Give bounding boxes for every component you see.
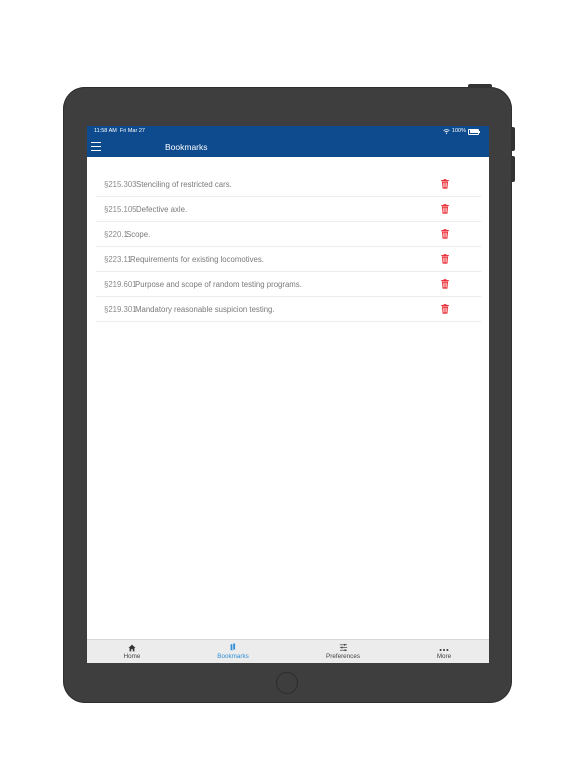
tab-preferences[interactable]: Preferences (313, 640, 373, 663)
tab-home[interactable]: Home (102, 640, 162, 663)
sliders-icon (339, 640, 348, 652)
bookmark-title: Mandatory reasonable suspicion testing. (135, 304, 275, 314)
bookmark-section-code: §223.11 (104, 254, 132, 264)
status-right: 100% (443, 126, 480, 137)
status-time-date: 11:58 AM Fri Mar 27 (94, 128, 145, 134)
trash-icon[interactable] (440, 179, 450, 189)
bookmark-title: Defective axle. (136, 204, 188, 214)
power-button (468, 84, 492, 88)
bookmark-section-code: §215.303 (104, 179, 137, 189)
bookmark-section-code: §219.601 (104, 279, 137, 289)
navigation-bar: Bookmarks (87, 137, 489, 157)
bookmark-row[interactable]: §220.1 Scope. (96, 222, 481, 247)
trash-icon[interactable] (440, 254, 450, 264)
hamburger-menu-icon[interactable] (91, 142, 101, 151)
home-hardware-button (276, 672, 298, 694)
bookmark-title: Stenciling of restricted cars. (136, 179, 232, 189)
bookmark-row[interactable]: §215.303 Stenciling of restricted cars. (96, 172, 481, 197)
trash-icon[interactable] (440, 229, 450, 239)
bookmark-list: §215.303 Stenciling of restricted cars. §2… (96, 172, 481, 322)
bookmark-section-code: §215.105 (104, 204, 137, 214)
battery-icon (468, 128, 480, 135)
tab-label: Home (123, 653, 141, 660)
volume-up-button (511, 127, 515, 151)
bookmarks-icon (229, 640, 237, 652)
battery-percent: 100% (451, 128, 466, 134)
bookmark-section-code: §220.1 (104, 229, 128, 239)
wifi-icon (443, 129, 450, 134)
more-icon (439, 640, 449, 652)
page-title: Bookmarks (165, 142, 208, 152)
bookmark-title: Requirements for existing locomotives. (130, 254, 264, 264)
tab-label: More (436, 653, 452, 660)
bookmark-row[interactable]: §219.301 Mandatory reasonable suspicion t… (96, 297, 481, 322)
volume-down-button (511, 156, 515, 182)
trash-icon[interactable] (440, 204, 450, 214)
trash-icon[interactable] (440, 279, 450, 289)
bookmark-title: Scope. (126, 229, 151, 239)
bookmark-row[interactable]: §223.11 Requirements for existing locomot… (96, 247, 481, 272)
tab-bookmarks[interactable]: Bookmarks (203, 640, 263, 663)
bookmark-row[interactable]: §215.105 Defective axle. (96, 197, 481, 222)
status-bar: 11:58 AM Fri Mar 27 100% (87, 126, 489, 137)
tab-label: Bookmarks (217, 653, 249, 660)
tab-label: Preferences (326, 653, 360, 660)
tab-more[interactable]: More (414, 640, 474, 663)
tab-bar: Home Bookmarks Preferences More (87, 639, 489, 663)
home-icon (128, 640, 136, 652)
trash-icon[interactable] (440, 304, 450, 314)
bookmark-title: Purpose and scope of random testing prog… (135, 279, 302, 289)
app-screen: 11:58 AM Fri Mar 27 100% Bookmarks §215.… (87, 126, 489, 663)
bookmark-section-code: §219.301 (104, 304, 137, 314)
bookmark-row[interactable]: §219.601 Purpose and scope of random test… (96, 272, 481, 297)
